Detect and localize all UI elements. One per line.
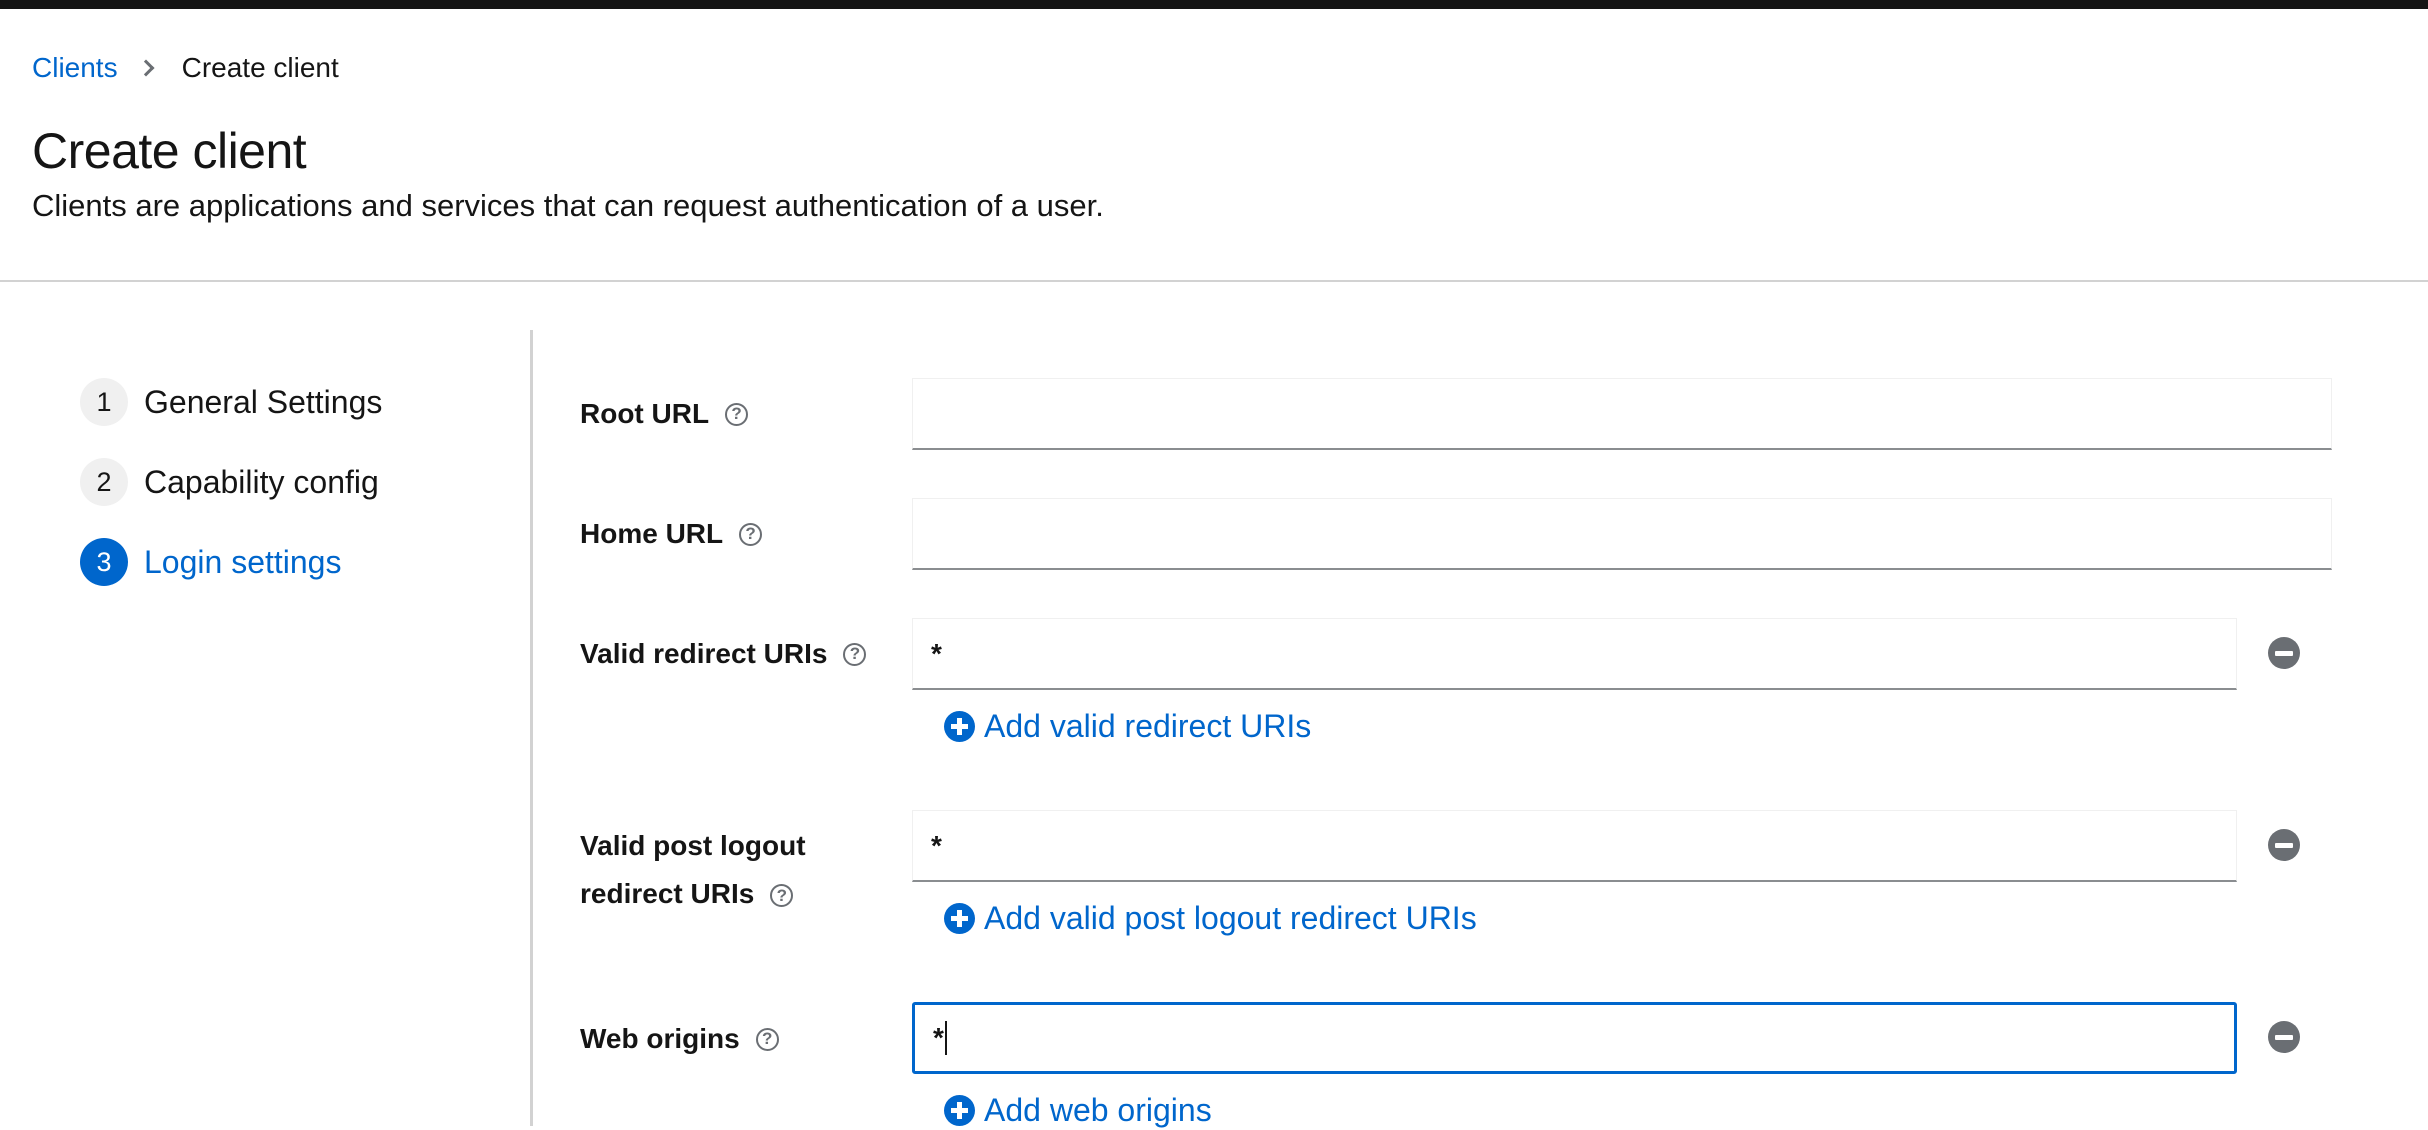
add-valid-post-logout-redirect-uris-button[interactable]: Add valid post logout redirect URIs: [944, 898, 1477, 938]
add-valid-redirect-uris-button[interactable]: Add valid redirect URIs: [944, 706, 1311, 746]
wizard-steps-nav: 1 General Settings 2 Capability config 3…: [0, 330, 533, 1126]
add-valid-redirect-uris-label: Add valid redirect URIs: [984, 707, 1312, 744]
valid-redirect-uris-label-text: Valid redirect URIs: [580, 638, 828, 669]
valid-post-logout-redirect-uris-label: Valid post logout redirect URIs?: [580, 822, 806, 918]
minus-circle-icon: [2275, 1034, 2293, 1040]
top-masthead-bar: [0, 0, 2428, 9]
home-url-label: Home URL ?: [580, 516, 763, 552]
plus-circle-icon: [944, 710, 975, 742]
wizard-step-general-settings[interactable]: 1 General Settings: [80, 378, 382, 426]
breadcrumb: Clients Create client: [32, 50, 339, 86]
wizard-step-capability-config[interactable]: 2 Capability config: [80, 458, 379, 506]
page-title: Create client: [32, 123, 307, 179]
home-url-input[interactable]: [912, 498, 2332, 570]
plus-circle-icon: [944, 902, 975, 934]
web-origins-value: *: [933, 1022, 944, 1053]
question-circle-icon[interactable]: ?: [770, 884, 794, 908]
chevron-right-icon: [137, 59, 155, 77]
add-valid-post-logout-label: Add valid post logout redirect URIs: [984, 899, 1477, 936]
remove-redirect-uri-button[interactable]: [2268, 637, 2300, 669]
step-label: General Settings: [144, 383, 383, 420]
valid-post-logout-label-line1: Valid post logout: [580, 830, 806, 861]
web-origins-label: Web origins ?: [580, 1021, 779, 1057]
root-url-input[interactable]: [912, 378, 2332, 450]
minus-circle-icon: [2275, 842, 2293, 848]
valid-post-logout-label-line2: redirect URIs: [580, 878, 755, 909]
valid-post-logout-redirect-uris-input[interactable]: *: [912, 810, 2237, 882]
add-web-origins-label: Add web origins: [984, 1091, 1212, 1128]
web-origins-input[interactable]: *: [912, 1002, 2237, 1074]
step-label: Capability config: [144, 463, 379, 500]
web-origins-label-text: Web origins: [580, 1023, 740, 1054]
add-web-origins-button[interactable]: Add web origins: [944, 1090, 1212, 1130]
step-number-badge: 1: [80, 378, 128, 426]
remove-web-origin-button[interactable]: [2268, 1021, 2300, 1053]
root-url-label-text: Root URL: [580, 398, 710, 429]
valid-redirect-uris-label: Valid redirect URIs ?: [580, 636, 867, 672]
valid-post-logout-label-line2-row: redirect URIs?: [580, 870, 806, 918]
header-divider: [0, 280, 2428, 282]
wizard-step-login-settings[interactable]: 3 Login settings: [80, 538, 341, 586]
breadcrumb-current: Create client: [181, 52, 339, 83]
question-circle-icon[interactable]: ?: [755, 1027, 779, 1051]
step-label: Login settings: [144, 543, 342, 580]
remove-post-logout-uri-button[interactable]: [2268, 829, 2300, 861]
text-cursor: [944, 1021, 947, 1055]
root-url-label: Root URL ?: [580, 396, 749, 432]
plus-circle-icon: [944, 1094, 975, 1126]
question-circle-icon[interactable]: ?: [739, 522, 763, 546]
valid-redirect-uris-input[interactable]: *: [912, 618, 2237, 690]
step-number-badge: 3: [80, 538, 128, 586]
page-description: Clients are applications and services th…: [32, 188, 1104, 223]
question-circle-icon[interactable]: ?: [843, 642, 867, 666]
step-number-badge: 2: [80, 458, 128, 506]
home-url-label-text: Home URL: [580, 518, 724, 549]
minus-circle-icon: [2275, 650, 2293, 656]
question-circle-icon[interactable]: ?: [725, 402, 749, 426]
breadcrumb-clients-link[interactable]: Clients: [32, 52, 118, 84]
